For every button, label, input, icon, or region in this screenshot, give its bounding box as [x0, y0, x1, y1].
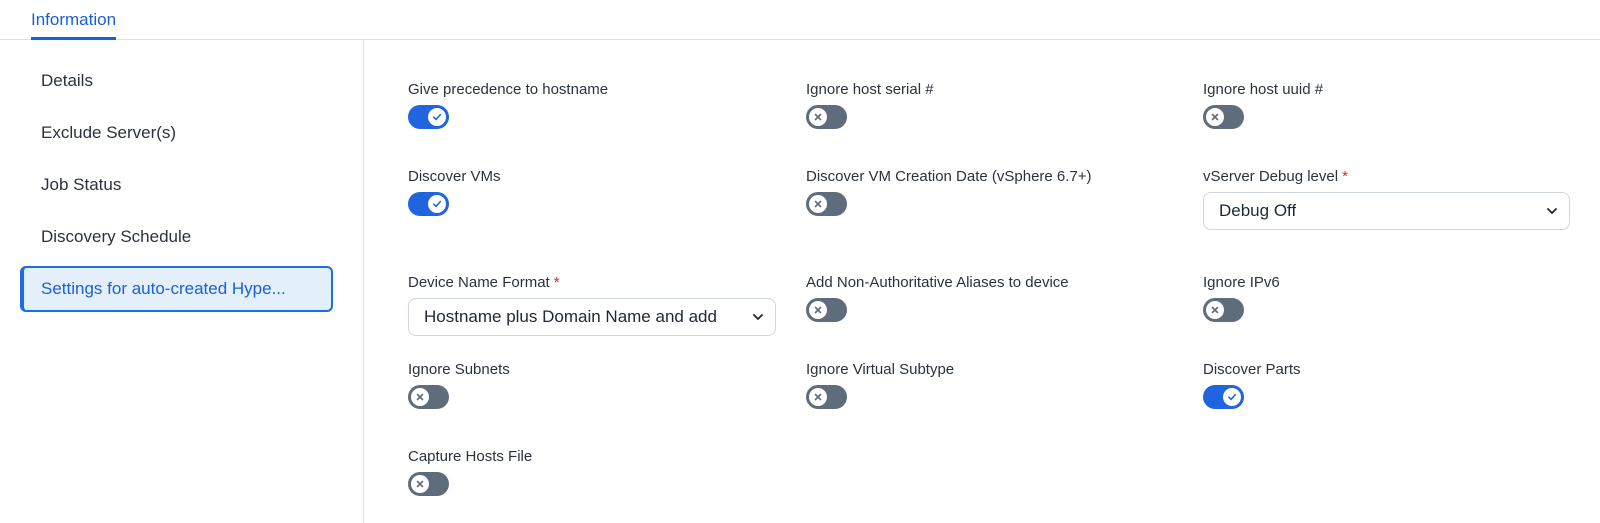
- sidebar-item-discovery-schedule[interactable]: Discovery Schedule: [20, 214, 333, 260]
- field-label: Ignore Subnets: [408, 361, 510, 378]
- field-add-non-authoritative-aliases: Add Non-Authoritative Aliases to device: [806, 274, 1069, 291]
- field-vserver-debug-level: vServer Debug level *: [1203, 168, 1348, 185]
- sidebar-item-label: Job Status: [41, 175, 122, 194]
- select-value: Hostname plus Domain Name and add: [424, 307, 717, 326]
- sidebar-item-job-status[interactable]: Job Status: [20, 162, 333, 208]
- field-label: Ignore IPv6: [1203, 274, 1280, 291]
- toggle-knob: [809, 108, 827, 126]
- check-icon: [433, 113, 442, 121]
- toggle-knob: [428, 195, 446, 213]
- field-discover-vm-creation-date: Discover VM Creation Date (vSphere 6.7+): [806, 168, 1092, 185]
- toggle-knob: [809, 301, 827, 319]
- required-marker: *: [1342, 168, 1348, 185]
- field-capture-hosts-file: Capture Hosts File: [408, 448, 532, 465]
- field-label: Add Non-Authoritative Aliases to device: [806, 274, 1069, 291]
- select-value: Debug Off: [1219, 201, 1297, 220]
- toggle-ignore-host-uuid[interactable]: [1203, 105, 1244, 129]
- sidebar-item-exclude-servers[interactable]: Exclude Server(s): [20, 110, 333, 156]
- field-label: Discover VM Creation Date (vSphere 6.7+): [806, 168, 1092, 185]
- sidebar-item-label: Discovery Schedule: [41, 227, 192, 246]
- toggle-add-non-authoritative-aliases[interactable]: [806, 298, 847, 322]
- field-label: Ignore host uuid #: [1203, 81, 1324, 98]
- field-device-name-format: Device Name Format *: [408, 274, 560, 291]
- tab-information-label: Information: [31, 10, 117, 29]
- x-icon: [1211, 306, 1219, 314]
- toggle-knob: [809, 388, 827, 406]
- field-ignore-host-serial: Ignore host serial #: [806, 81, 934, 98]
- toggle-capture-hosts-file[interactable]: [408, 472, 449, 496]
- field-ignore-ipv6: Ignore IPv6: [1203, 274, 1280, 291]
- toggle-give-precedence-hostname[interactable]: [408, 105, 449, 129]
- sidebar-item-details[interactable]: Details: [20, 58, 333, 104]
- toggle-knob: [1206, 301, 1224, 319]
- field-label: Give precedence to hostname: [408, 81, 609, 98]
- toggle-knob: [411, 388, 429, 406]
- field-label: Discover VMs: [408, 168, 501, 185]
- field-label: Discover Parts: [1203, 361, 1301, 378]
- toggle-ignore-virtual-subtype[interactable]: [806, 385, 847, 409]
- toggle-knob: [1206, 108, 1224, 126]
- field-give-precedence-hostname: Give precedence to hostname: [408, 81, 608, 98]
- x-icon: [1211, 113, 1219, 121]
- field-ignore-virtual-subtype: Ignore Virtual Subtype: [806, 361, 954, 378]
- sidebar-item-hypervisor-settings[interactable]: Settings for auto-created Hype...: [20, 266, 333, 312]
- device-name-format-select[interactable]: Hostname plus Domain Name and add: [408, 298, 776, 336]
- field-label: Ignore Virtual Subtype: [806, 361, 955, 378]
- field-label: Capture Hosts File: [408, 448, 533, 465]
- toggle-ignore-ipv6[interactable]: [1203, 298, 1244, 322]
- sidebar: Details Exclude Server(s) Job Status Dis…: [0, 40, 364, 523]
- x-icon: [814, 393, 822, 401]
- toggle-knob: [411, 475, 429, 493]
- field-label: Device Name Format *: [408, 274, 560, 291]
- field-label: vServer Debug level *: [1203, 168, 1348, 185]
- required-marker: *: [553, 274, 560, 291]
- field-label: Ignore host serial #: [806, 81, 934, 98]
- tab-bar: Information: [0, 0, 1600, 40]
- sidebar-item-label: Exclude Server(s): [41, 123, 177, 142]
- toggle-discover-vm-creation-date[interactable]: [806, 192, 847, 216]
- x-icon: [416, 393, 424, 401]
- sidebar-item-label: Settings for auto-created Hype...: [41, 279, 286, 298]
- x-icon: [814, 113, 822, 121]
- toggle-discover-parts[interactable]: [1203, 385, 1244, 409]
- toggle-knob: [809, 195, 827, 213]
- tab-information[interactable]: Information: [31, 10, 117, 40]
- toggle-ignore-host-serial[interactable]: [806, 105, 847, 129]
- field-ignore-subnets: Ignore Subnets: [408, 361, 510, 378]
- field-label-text: vServer Debug level: [1203, 168, 1339, 185]
- field-discover-parts: Discover Parts: [1203, 361, 1301, 378]
- sidebar-item-label: Details: [41, 71, 93, 90]
- check-icon: [1228, 393, 1237, 401]
- check-icon: [433, 200, 442, 208]
- x-icon: [814, 306, 822, 314]
- field-ignore-host-uuid: Ignore host uuid #: [1203, 81, 1323, 98]
- toggle-ignore-subnets[interactable]: [408, 385, 449, 409]
- chevron-down-icon: [753, 314, 763, 320]
- vserver-debug-level-select[interactable]: Debug Off: [1203, 192, 1570, 230]
- toggle-knob: [428, 108, 446, 126]
- field-discover-vms: Discover VMs: [408, 168, 501, 185]
- toggle-discover-vms[interactable]: [408, 192, 449, 216]
- x-icon: [814, 200, 822, 208]
- toggle-knob: [1223, 388, 1241, 406]
- field-label-text: Device Name Format: [408, 274, 550, 291]
- chevron-down-icon: [1547, 208, 1557, 214]
- x-icon: [416, 480, 424, 488]
